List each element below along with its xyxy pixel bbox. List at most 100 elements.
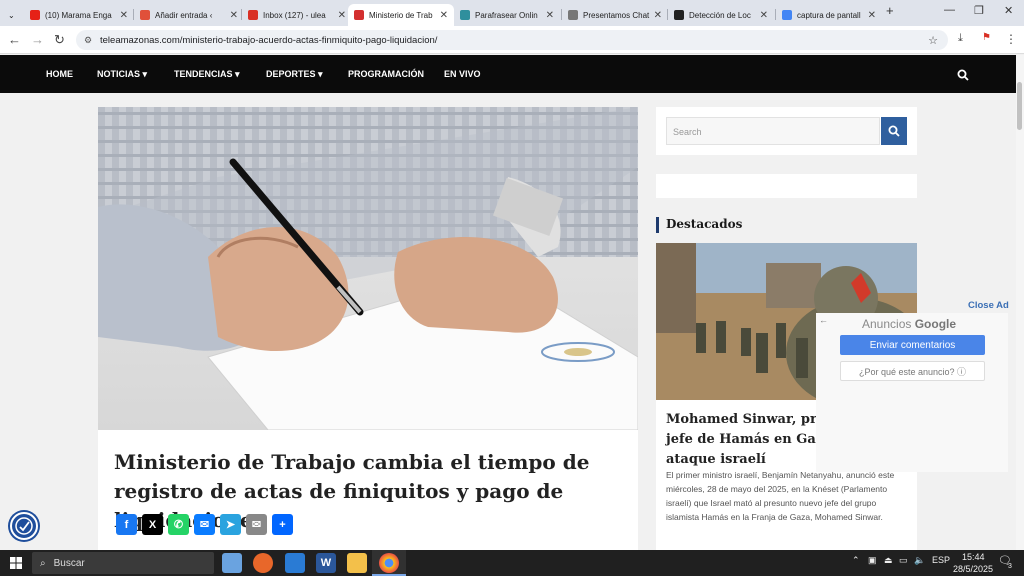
sidebar-search-input[interactable]: Search [666,117,880,145]
nav-item-label: HOME [46,69,73,79]
close-ad-button[interactable]: Close Ad [968,300,1009,311]
nav-item[interactable]: TENDENCIAS ▾ [174,69,240,80]
nav-item[interactable]: PROGRAMACIÓN [348,69,424,79]
browser-tab[interactable]: Presentamos Chat ✕ [562,4,668,26]
tab-label: Parafrasear Onlin [475,10,538,20]
tab-close-icon[interactable]: ✕ [120,10,128,21]
whatsapp-share-icon[interactable]: ✆ [168,514,189,535]
volume-icon[interactable]: 🔈 [914,555,925,566]
tab-separator [775,9,776,20]
tab-separator [241,9,242,20]
tab-close-icon[interactable]: ✕ [338,10,346,21]
tab-close-icon[interactable]: ✕ [440,10,448,21]
download-icon[interactable]: ⤓ [958,32,963,45]
sidebar-empty-widget [656,174,917,198]
facebook-share-icon[interactable]: f [116,514,137,535]
restore-button[interactable]: ❐ [974,4,984,17]
tab-label: Ministerio de Trab [369,10,433,20]
nav-item[interactable]: NOTICIAS ▾ [97,69,147,80]
site-info-icon[interactable]: ⚙ [84,35,92,46]
language-indicator[interactable]: ESP [932,555,950,565]
share-share-icon[interactable]: + [272,514,293,535]
usb-icon[interactable]: ⏏ [884,555,893,566]
reload-button[interactable]: ↻ [54,32,65,48]
chevron-down-icon: ⌄ [8,10,15,20]
browser-tab[interactable]: Inbox (127) - ulea ✕ [242,4,352,26]
x-share-icon[interactable]: X [142,514,163,535]
taskbar-search-label: Buscar [53,557,85,569]
nav-item-label: NOTICIAS [97,69,141,79]
tab-close-icon[interactable]: ✕ [760,10,768,21]
back-button[interactable]: ← [8,32,21,47]
firefox-app-icon[interactable] [253,553,273,573]
site-navigation: HOME NOTICIAS ▾ TENDENCIAS ▾ DEPORTES ▾ PROG… [0,55,1016,93]
ad-label-brand: Google [914,317,957,331]
accessibility-icon [15,517,33,535]
new-tab-button[interactable]: + [886,3,894,18]
dropdown-caret-icon: ▾ [315,69,323,79]
tab-close-icon[interactable]: ✕ [546,10,554,21]
telegram-share-icon[interactable]: ➤ [220,514,241,535]
clock-time[interactable]: 15:44 [962,552,985,562]
browser-tab-strip: ⌄ (10) Marama Enga ✕ Añadir entrada ‹ ✕ Inbo… [0,0,1024,26]
file-explorer-icon[interactable] [347,553,367,573]
nav-item[interactable]: HOME [46,69,73,79]
browser-tab[interactable]: captura de pantall ✕ [776,4,882,26]
tab-favicon-icon [460,10,470,20]
notification-count: 3 [1008,563,1012,570]
forward-button[interactable]: → [31,32,44,47]
minimize-button[interactable]: — [944,4,955,16]
url-field[interactable]: ⚙ teleamazonas.com/ministerio-trabajo-ac… [76,30,948,50]
email-share-icon[interactable]: ✉ [246,514,267,535]
browser-tab[interactable]: Añadir entrada ‹ ✕ [134,4,244,26]
copilot-app-icon[interactable] [222,553,242,573]
nav-item[interactable]: EN VIVO [444,69,481,79]
browser-tab[interactable]: Detección de Loc ✕ [668,4,774,26]
tab-favicon-icon [674,10,684,20]
windows-start-icon[interactable] [10,557,22,569]
extension-icon[interactable]: ⚑ [982,32,991,43]
search-icon[interactable] [957,69,969,81]
page-content: Ministerio de Trabajo cambia el tiempo d… [0,93,1016,550]
browser-tab[interactable]: Ministerio de Trab ✕ [348,4,454,26]
network-icon[interactable]: ▭ [899,555,908,566]
dropdown-caret-icon: ▾ [232,69,240,79]
tab-close-icon[interactable]: ✕ [868,10,876,21]
tab-label: Añadir entrada ‹ [155,10,213,20]
google-ad-panel: ← Anuncios Google Enviar comentarios ¿Po… [816,313,1008,472]
bookmark-star-icon[interactable]: ☆ [928,34,938,47]
scrollbar-thumb[interactable] [1017,82,1022,130]
word-app-icon[interactable]: W [316,553,336,573]
share-bar: f X ✆ ✉ ➤ ✉ + [116,514,293,535]
section-title: Destacados [656,217,742,233]
active-app-indicator [372,550,406,576]
tab-close-icon[interactable]: ✕ [230,10,238,21]
accessibility-button[interactable] [10,512,38,540]
taskbar-search[interactable]: ⌕ Buscar [32,552,214,574]
tab-separator [561,9,562,20]
browser-tab[interactable]: (10) Marama Enga ✕ [24,4,134,26]
clock-date[interactable]: 28/5/2025 [953,564,993,574]
back-arrow-icon[interactable]: ← [819,315,828,325]
messenger-share-icon[interactable]: ✉ [194,514,215,535]
tab-favicon-icon [30,10,40,20]
sidebar-search-box: Search [656,107,917,155]
photos-app-icon[interactable] [285,553,305,573]
nav-item[interactable]: DEPORTES ▾ [266,69,323,80]
close-window-button[interactable]: ✕ [1004,4,1013,17]
sidebar-search-button[interactable] [881,117,907,145]
browser-menu-icon[interactable]: ⋮ [1005,32,1017,46]
browser-tab[interactable]: Parafrasear Onlin ✕ [454,4,560,26]
send-feedback-button[interactable]: Enviar comentarios [840,335,985,355]
windows-taskbar: ⌕ Buscar W ⌃ ▣ ⏏ ▭ 🔈 ESP 15:44 28/5/2025… [0,550,1024,576]
tray-chevron-icon[interactable]: ⌃ [852,555,860,566]
tab-close-icon[interactable]: ✕ [654,10,662,21]
why-this-ad-button[interactable]: ¿Por qué este anuncio? ⓘ [840,361,985,381]
nav-item-label: EN VIVO [444,69,481,79]
tab-label: Presentamos Chat [583,10,650,20]
tray-app-icon[interactable]: ▣ [868,555,877,566]
tab-search-menu[interactable]: ⌄ [2,4,26,26]
tab-favicon-icon [140,10,150,20]
nav-item-label: PROGRAMACIÓN [348,69,424,79]
nav-item-label: TENDENCIAS [174,69,233,79]
